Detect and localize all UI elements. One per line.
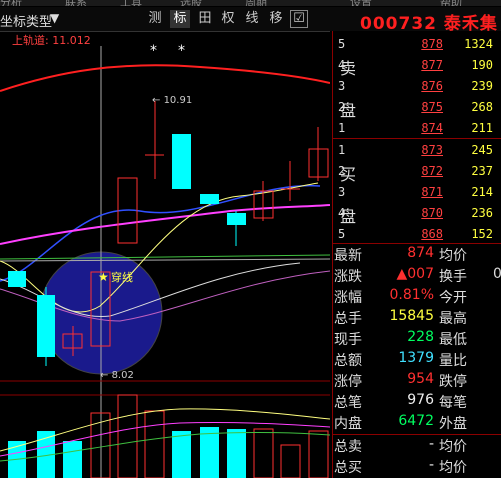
quote-value: 954 xyxy=(407,371,434,387)
menu-item-picker[interactable]: 选股 xyxy=(180,0,202,6)
menu-item-contact[interactable]: 联系 xyxy=(65,0,87,6)
quote-label: 涨跌 xyxy=(334,269,362,285)
quote-label: 今开 xyxy=(439,290,467,306)
signal-label: 穿线 xyxy=(111,270,133,284)
quote-label: 量比 xyxy=(439,353,467,369)
high-price-label: ← 10.91 xyxy=(152,95,192,106)
quote-label: 现手 xyxy=(334,332,362,348)
volume-bar xyxy=(308,430,329,478)
quote-label: 涨停 xyxy=(334,374,362,390)
quote-label: 外盘 xyxy=(439,416,467,432)
volume-bar xyxy=(227,429,246,478)
quote-row: 总手 15845 最高 xyxy=(333,308,501,328)
green-ma-line xyxy=(0,254,330,260)
quote-label: 均价 xyxy=(439,460,467,476)
grey-ma-line xyxy=(0,258,330,262)
quote-label: 每笔 xyxy=(439,395,467,411)
mark-button[interactable]: 标 xyxy=(170,10,190,28)
quote-label: 最新 xyxy=(334,248,362,264)
rights-button[interactable]: 权 xyxy=(218,10,238,28)
candle xyxy=(8,271,26,287)
quote-row: 现手 228 最低 xyxy=(333,329,501,349)
quote-label: 均价 xyxy=(439,248,467,264)
top-menu-bar: 分析 联系 工具 选股 周期 设置 帮助 xyxy=(0,0,501,6)
quote-label: 总卖 xyxy=(334,439,362,455)
quote-label: 总手 xyxy=(334,311,362,327)
quote-label: 总买 xyxy=(334,460,362,476)
stock-header: 000732 泰禾集团 xyxy=(330,7,501,59)
menu-item-tools[interactable]: 工具 xyxy=(120,0,142,6)
volume-bar xyxy=(253,428,274,478)
candle xyxy=(37,295,55,357)
candle xyxy=(200,194,219,204)
quote-row: 总卖 - 均价 xyxy=(333,436,501,456)
star-icon: ★ xyxy=(98,270,109,284)
quote-value: 0 xyxy=(493,266,501,282)
volume-bar xyxy=(200,427,219,478)
candle xyxy=(172,134,191,189)
menu-item-period[interactable]: 周期 xyxy=(245,0,267,6)
quote-value: 6472 xyxy=(398,413,434,429)
menu-item-help[interactable]: 帮助 xyxy=(440,0,462,6)
coord-type-selector[interactable]: 坐标类型 xyxy=(0,11,52,30)
upper-band-line xyxy=(0,64,330,92)
grid-button[interactable]: 田 xyxy=(195,10,215,28)
quote-value: 15845 xyxy=(389,308,434,324)
measure-button[interactable]: 测 xyxy=(145,10,165,28)
quote-row: 涨停 954 跌停 xyxy=(333,371,501,391)
volume-bar xyxy=(63,441,82,478)
quote-row: 涨跌 ▲007 换手 0 xyxy=(333,266,501,286)
candle xyxy=(227,213,246,225)
menu-item-settings[interactable]: 设置 xyxy=(350,0,372,6)
quote-label: 内盘 xyxy=(334,416,362,432)
marker-star: * xyxy=(150,43,157,59)
quote-row: 总额 1379 量比 xyxy=(333,350,501,370)
line-button[interactable]: 线 xyxy=(242,10,262,28)
upper-band-label: 上轨道: 11.012 xyxy=(12,33,91,47)
quote-value: - xyxy=(428,457,434,473)
quote-divider xyxy=(333,434,501,435)
chevron-down-icon[interactable]: ▼ xyxy=(50,11,59,25)
volume-bar xyxy=(117,394,138,478)
quote-value: 874 xyxy=(407,245,434,261)
quote-value: - xyxy=(428,436,434,452)
quote-label: 最高 xyxy=(439,311,467,327)
marker-star: * xyxy=(178,43,185,59)
orderbook-divider xyxy=(333,138,501,139)
volume-bar xyxy=(172,431,191,478)
menu-item-analysis[interactable]: 分析 xyxy=(0,0,22,6)
volume-bar xyxy=(144,410,165,478)
quote-panel: 卖 盘 5 878 1324 4 877 190 3 876 239 2 875 268 1 87… xyxy=(332,31,501,478)
quote-row: 总买 - 均价 xyxy=(333,457,501,477)
quote-value: 1379 xyxy=(398,350,434,366)
quote-row: 总笔 976 每笔 xyxy=(333,392,501,412)
quote-value: ▲007 xyxy=(396,266,435,282)
low-price-label: ← 8.02 xyxy=(100,370,134,381)
quote-row: 内盘 6472 外盘 xyxy=(333,413,501,433)
volume-bar xyxy=(280,444,301,478)
kline-chart[interactable]: 上轨道: 11.012 ← 10.91 ← 8.02 ★ 穿线 * * xyxy=(0,31,330,478)
quote-value: 228 xyxy=(407,329,434,345)
quote-label: 涨幅 xyxy=(334,290,362,306)
quote-label: 跌停 xyxy=(439,374,467,390)
quote-value: 976 xyxy=(407,392,434,408)
orderbook-divider xyxy=(333,243,501,244)
move-button[interactable]: 移 xyxy=(266,10,286,28)
quote-row: 最新 874 均价 xyxy=(333,245,501,265)
quote-label: 总额 xyxy=(334,353,362,369)
quote-label: 总笔 xyxy=(334,395,362,411)
quote-label: 换手 xyxy=(439,269,467,285)
checkbox-icon[interactable]: ☑ xyxy=(290,10,308,28)
chart-toolbar: 坐标类型 ▼ 测 标 田 权 线 移 ☑ xyxy=(0,7,330,32)
quote-row: 涨幅 0.81% 今开 xyxy=(333,287,501,307)
quote-value: 0.81% xyxy=(389,287,434,303)
quote-label: 均价 xyxy=(439,439,467,455)
quote-label: 最低 xyxy=(439,332,467,348)
